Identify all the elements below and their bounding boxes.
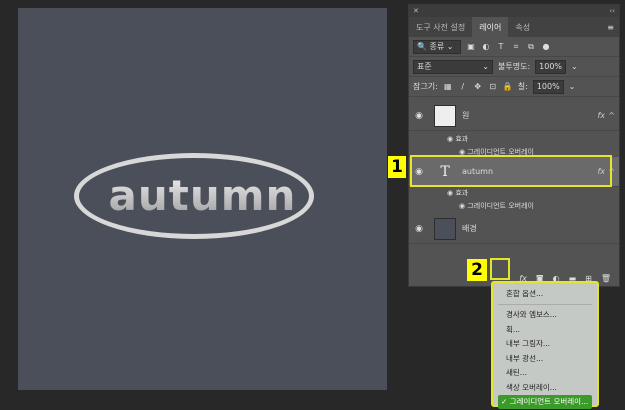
expand-caret-icon[interactable]: ^ (608, 111, 615, 120)
menu-item-blending-options[interactable]: 혼합 옵션... (498, 286, 592, 301)
fill-label: 칠: (517, 82, 528, 91)
opacity-label: 불투명도: (498, 62, 531, 71)
document-canvas: autumn (18, 8, 387, 390)
trash-icon[interactable]: 🗑 (601, 274, 611, 283)
lock-artboard-icon[interactable]: ⊡ (488, 82, 498, 92)
lock-label: 잠그기: (413, 82, 438, 91)
filter-toggle-icon[interactable]: ● (541, 42, 551, 52)
effect-row[interactable]: ◉ 그레이디언트 오버레이 (459, 201, 534, 211)
tab-properties[interactable]: 속성 (508, 17, 537, 37)
layer-style-menu: 혼합 옵션... 경사와 엠보스... 획... 내부 그림자... 내부 광선… (491, 281, 599, 409)
layer-thumbnail (434, 217, 456, 240)
collapse-icon[interactable]: ‹‹ (609, 7, 615, 15)
lock-paint-icon[interactable]: / (458, 82, 468, 92)
image-filter-icon[interactable]: ▣ (466, 42, 476, 52)
fx-icon: fx (597, 111, 605, 120)
callout-2: 2 (467, 259, 487, 281)
lock-all-icon[interactable]: 🔒 (503, 82, 513, 92)
effects-row[interactable]: ◉ 효과 (447, 134, 468, 144)
blend-mode-select[interactable]: 표준 ⌄ (413, 59, 493, 74)
tab-layers[interactable]: 레이어 (472, 17, 509, 37)
canvas-text: autumn (18, 171, 387, 220)
menu-item-satin[interactable]: 새틴... (498, 366, 592, 381)
visibility-eye-icon[interactable]: ◉ (409, 111, 429, 121)
visibility-eye-icon[interactable]: ◉ (409, 224, 429, 234)
menu-item-gradient-overlay[interactable]: ✓ 그레이디언트 오버레이... (498, 394, 592, 409)
layers-panel: ✕ ‹‹ 도구 사전 설정 레이어 속성 ≡ 🔍 종류 ⌄ ▣ ◐ T ⌗ ⧉ ●… (408, 4, 620, 287)
filter-kind-select[interactable]: 🔍 종류 ⌄ (413, 39, 461, 54)
menu-item-color-overlay[interactable]: 색상 오버레이... (498, 380, 592, 395)
smart-object-filter-icon[interactable]: ⧉ (526, 42, 536, 52)
adjustment-filter-icon[interactable]: ◐ (481, 42, 491, 52)
lock-transparent-icon[interactable]: ▦ (443, 82, 453, 92)
menu-item-stroke[interactable]: 획... (498, 322, 592, 337)
layer-name: 배경 (462, 224, 477, 233)
opacity-input[interactable]: 100% (535, 59, 567, 74)
highlight-fx-button (490, 258, 510, 280)
fill-input[interactable]: 100% (532, 79, 564, 94)
shape-filter-icon[interactable]: ⌗ (511, 42, 521, 52)
close-icon[interactable]: ✕ (413, 7, 419, 15)
menu-item-bevel-emboss[interactable]: 경사와 엠보스... (498, 308, 592, 323)
layer-thumbnail (434, 104, 456, 127)
layer-row-background[interactable]: ◉ 배경 (409, 214, 619, 244)
layer-name: 원 (462, 111, 470, 120)
layer-row-circle[interactable]: ◉ 원 fx ^ (409, 101, 619, 131)
highlight-autumn-layer (410, 155, 612, 187)
checkmark-icon: ✓ (501, 397, 508, 407)
effects-row[interactable]: ◉ 효과 (447, 188, 468, 198)
menu-divider (498, 303, 592, 305)
type-filter-icon[interactable]: T (496, 42, 506, 52)
panel-menu-icon[interactable]: ≡ (602, 17, 619, 37)
menu-item-inner-glow[interactable]: 내부 광선... (498, 351, 592, 366)
menu-item-inner-shadow[interactable]: 내부 그림자... (498, 337, 592, 352)
opacity-dropdown-icon[interactable]: ⌄ (571, 62, 578, 71)
tab-tool-presets[interactable]: 도구 사전 설정 (409, 17, 472, 37)
fill-dropdown-icon[interactable]: ⌄ (569, 82, 576, 91)
lock-position-icon[interactable]: ✥ (473, 82, 483, 92)
callout-1: 1 (388, 156, 406, 178)
